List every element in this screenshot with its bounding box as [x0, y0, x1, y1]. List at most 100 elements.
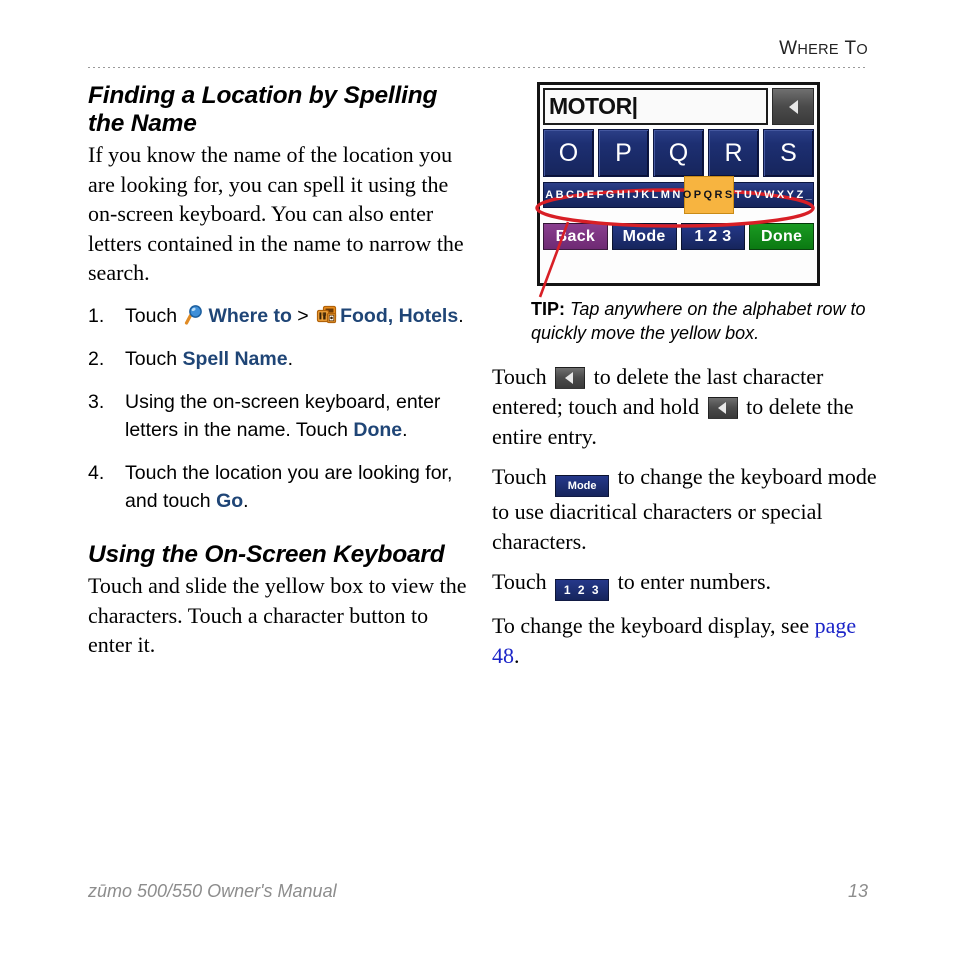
- alphabet-char-q[interactable]: Q: [702, 183, 713, 207]
- device-key-o[interactable]: O: [543, 129, 594, 177]
- alphabet-char-x[interactable]: X: [776, 183, 786, 207]
- alphabet-char-b[interactable]: B: [554, 183, 564, 207]
- step-number: 3.: [88, 390, 105, 413]
- tip-block: TIP: Tap anywhere on the alphabet row to…: [531, 297, 876, 345]
- device-text-input[interactable]: MOTOR|: [543, 88, 768, 125]
- alphabet-char-z[interactable]: Z: [795, 183, 804, 207]
- alphabet-char-e[interactable]: E: [586, 183, 596, 207]
- text-period: .: [514, 643, 520, 668]
- alphabet-char-p[interactable]: P: [693, 183, 703, 207]
- text-touch-3: Touch: [492, 569, 553, 594]
- step-text-post: .: [287, 347, 294, 370]
- device-key-q[interactable]: Q: [653, 129, 704, 177]
- alphabet-char-v[interactable]: V: [753, 183, 763, 207]
- step-text-pre: Touch: [125, 347, 183, 370]
- steps-list: 1. Touch Where to > Food, Hotels. 2. Tou…: [88, 302, 470, 515]
- left-column: Finding a Location by Spelling the Name …: [88, 82, 470, 666]
- ui-ref-done: Done: [353, 418, 403, 441]
- intro-paragraph: If you know the name of the location you…: [88, 142, 464, 285]
- device-key-s[interactable]: S: [763, 129, 814, 177]
- alphabet-char-y[interactable]: Y: [785, 183, 795, 207]
- device-key-p[interactable]: P: [598, 129, 649, 177]
- alphabet-char-s[interactable]: S: [724, 183, 734, 207]
- right-column: Touch to delete the last character enter…: [492, 362, 882, 681]
- device-button-row: Back Mode 1 2 3 Done: [543, 223, 814, 250]
- device-alphabet-row-wrap: A B C D E F G H I J K L M N O P Q R S T U V W X Y Z _: [543, 176, 814, 214]
- step-text-pre: Touch the location you are looking for, …: [125, 461, 453, 512]
- list-item: 3. Using the on-screen keyboard, enter le…: [88, 388, 470, 444]
- inline-123-button-icon: 1 2 3: [555, 579, 610, 601]
- paragraph-display: To change the keyboard display, see page…: [492, 611, 882, 671]
- keyboard-paragraph: Touch and slide the yellow box to view t…: [88, 573, 467, 657]
- text-numbers-desc: to enter numbers.: [612, 569, 772, 594]
- step-text-post: .: [458, 304, 464, 327]
- triangle-left-icon: [788, 99, 798, 114]
- text-touch-2: Touch: [492, 464, 553, 489]
- alphabet-char-u[interactable]: U: [743, 183, 753, 207]
- device-key-r[interactable]: R: [708, 129, 759, 177]
- tip-text: Tap anywhere on the alphabet row to quic…: [531, 299, 866, 343]
- alphabet-char-t[interactable]: T: [733, 183, 742, 207]
- device-screen: MOTOR| O P Q R S ABCDEFGHIJKLMNOPQRSTUVW…: [540, 85, 817, 283]
- ui-ref-food-hotels: Food, Hotels: [340, 304, 459, 327]
- header-title-t: T: [844, 38, 857, 59]
- ui-ref-where-to: Where to: [208, 304, 292, 327]
- section-heading-finding-location: Finding a Location by Spelling the Name: [88, 82, 438, 137]
- device-key-row: O P Q R S: [543, 129, 814, 177]
- device-123-button[interactable]: 1 2 3: [680, 223, 746, 250]
- alphabet-char-g[interactable]: G: [605, 183, 616, 207]
- inline-mode-button-icon: Mode: [555, 475, 610, 497]
- alphabet-char-h[interactable]: H: [616, 183, 626, 207]
- alphabet-char-_[interactable]: _: [804, 183, 813, 207]
- footer-page-number: 13: [847, 881, 868, 901]
- paragraph-mode: Touch Mode to change the keyboard mode t…: [492, 462, 882, 557]
- device-mode-button[interactable]: Mode: [611, 223, 677, 250]
- triangle-left-icon: [565, 372, 574, 384]
- device-backspace-button[interactable]: [772, 88, 814, 125]
- alphabet-char-k[interactable]: K: [640, 183, 650, 207]
- step-text-post: .: [402, 418, 408, 441]
- alphabet-char-j[interactable]: J: [631, 183, 640, 207]
- step-text-pre: Touch: [125, 304, 183, 327]
- step-number: 2.: [88, 347, 105, 370]
- list-item: 4. Touch the location you are looking for…: [88, 459, 470, 515]
- alphabet-char-f[interactable]: F: [595, 183, 604, 207]
- header-title-w: W: [779, 38, 798, 59]
- alphabet-char-m[interactable]: M: [660, 183, 672, 207]
- list-item: 1. Touch Where to > Food, Hotels.: [88, 302, 470, 330]
- paragraph-backspace: Touch to delete the last character enter…: [492, 362, 882, 452]
- alphabet-char-d[interactable]: D: [575, 183, 585, 207]
- device-alphabet-row[interactable]: A B C D E F G H I J K L M N O P Q R S T U V W X Y Z _: [543, 182, 814, 208]
- section-heading-using-keyboard: Using the On-Screen Keyboard: [88, 540, 445, 568]
- tip-label: TIP:: [531, 299, 565, 319]
- food-hotels-icon: [316, 304, 338, 326]
- inline-backspace-button-icon: [555, 367, 586, 389]
- inline-backspace-button-icon-2: [707, 397, 738, 419]
- step-number: 4.: [88, 461, 105, 484]
- step-text-post: .: [243, 489, 249, 512]
- magnifier-icon: [184, 304, 206, 326]
- header-title: WHERE TO: [779, 38, 868, 59]
- alphabet-char-w[interactable]: W: [763, 183, 776, 207]
- page-header: WHERE TO: [88, 38, 868, 60]
- footer-manual-title: zūmo 500/550 Owner's Manual: [88, 881, 337, 901]
- device-done-button[interactable]: Done: [749, 223, 814, 250]
- alphabet-char-c[interactable]: C: [565, 183, 575, 207]
- device-back-button[interactable]: Back: [543, 223, 608, 250]
- step-text-mid: >: [291, 304, 315, 327]
- header-divider: [88, 67, 868, 69]
- alphabet-char-r[interactable]: R: [713, 183, 723, 207]
- list-item: 2. Touch Spell Name.: [88, 345, 470, 373]
- text-change-display: To change the keyboard display, see: [492, 613, 815, 638]
- device-entry-row: MOTOR|: [543, 88, 814, 125]
- alphabet-char-a[interactable]: A: [544, 183, 554, 207]
- alphabet-char-o[interactable]: O: [682, 183, 693, 207]
- alphabet-char-l[interactable]: L: [650, 183, 659, 207]
- paragraph-numbers: Touch 1 2 3 to enter numbers.: [492, 567, 882, 601]
- step-number: 1.: [88, 304, 105, 327]
- ui-ref-spell-name: Spell Name: [182, 347, 288, 370]
- page-footer: zūmo 500/550 Owner's Manual 13: [88, 881, 868, 902]
- triangle-left-icon: [717, 402, 726, 414]
- ui-ref-go: Go: [216, 489, 244, 512]
- alphabet-char-n[interactable]: N: [671, 183, 681, 207]
